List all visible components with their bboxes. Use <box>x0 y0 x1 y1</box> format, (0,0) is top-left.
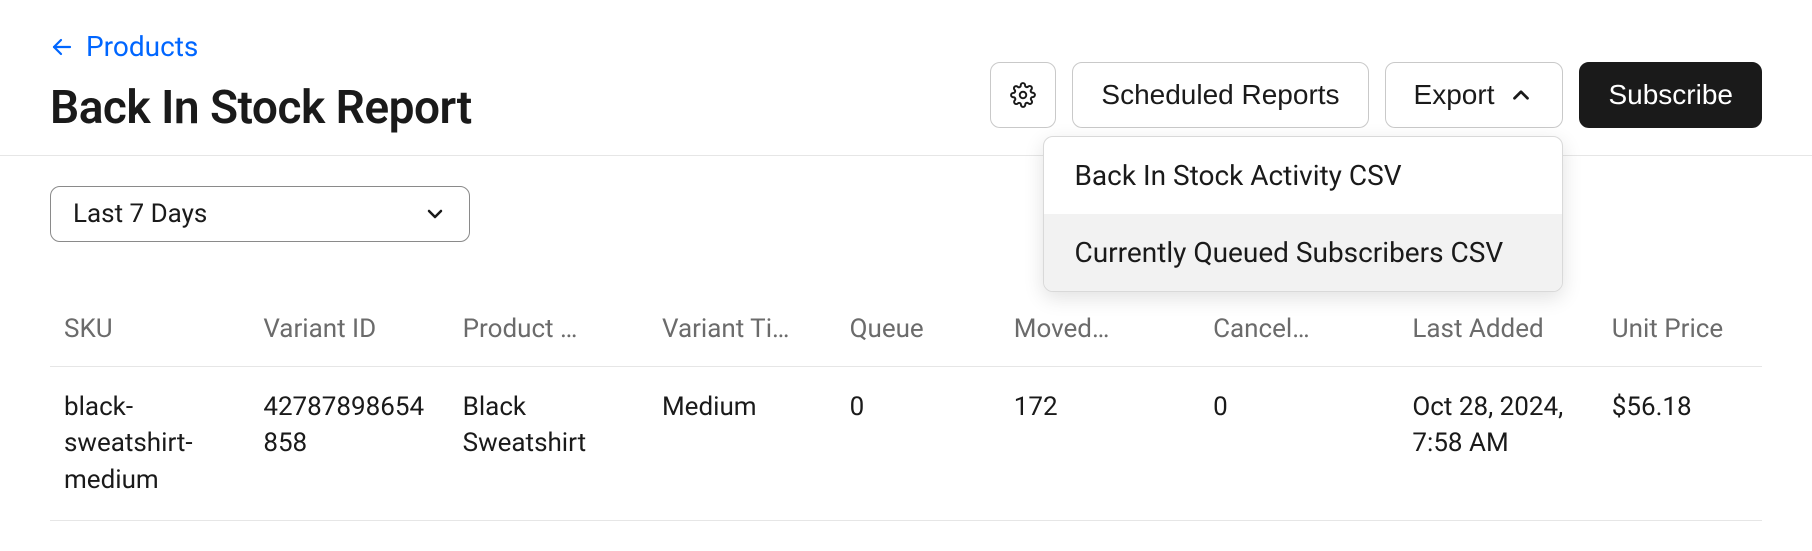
scheduled-reports-button[interactable]: Scheduled Reports <box>1072 62 1368 128</box>
gear-icon <box>1010 82 1036 108</box>
cell-moved: 172 <box>1000 367 1199 521</box>
page-title: Back In Stock Report <box>50 81 472 135</box>
export-menu-item-activity[interactable]: Back In Stock Activity CSV <box>1044 137 1562 214</box>
table-row[interactable]: black-sweatshirt-medium 42787898654858 B… <box>50 367 1762 521</box>
export-menu-item-queued[interactable]: Currently Queued Subscribers CSV <box>1044 214 1562 291</box>
export-menu-item-label: Back In Stock Activity CSV <box>1074 159 1401 192</box>
cell-cancel: 0 <box>1199 367 1398 521</box>
th-cancel[interactable]: Cancel… <box>1199 292 1398 367</box>
arrow-left-icon <box>50 35 74 59</box>
cell-last-added: Oct 28, 2024, 7:58 AM <box>1398 367 1597 521</box>
cell-product: Black Sweatshirt <box>449 367 648 521</box>
chevron-up-icon <box>1508 82 1534 108</box>
th-product[interactable]: Product … <box>449 292 648 367</box>
export-menu: Back In Stock Activity CSV Currently Que… <box>1043 136 1563 292</box>
th-moved[interactable]: Moved… <box>1000 292 1199 367</box>
date-range-value: Last 7 Days <box>73 199 207 229</box>
settings-button[interactable] <box>990 62 1056 128</box>
th-variant-title[interactable]: Variant Ti… <box>648 292 836 367</box>
chevron-down-icon <box>423 202 447 226</box>
th-last-added[interactable]: Last Added <box>1398 292 1597 367</box>
cell-variant-title: Medium <box>648 367 836 521</box>
th-variant-id[interactable]: Variant ID <box>249 292 448 367</box>
export-dropdown: Export Back In Stock Activity CSV Curren… <box>1385 62 1564 128</box>
cell-variant-id: 42787898654858 <box>249 367 448 521</box>
breadcrumb-label: Products <box>86 30 198 63</box>
th-unit-price[interactable]: Unit Price <box>1598 292 1762 367</box>
cell-queue: 0 <box>836 367 1000 521</box>
export-menu-item-label: Currently Queued Subscribers CSV <box>1074 236 1503 269</box>
scheduled-reports-label: Scheduled Reports <box>1101 79 1339 111</box>
cell-unit-price: $56.18 <box>1598 367 1762 521</box>
th-sku[interactable]: SKU <box>50 292 249 367</box>
subscribe-button[interactable]: Subscribe <box>1579 62 1762 128</box>
header-actions: Scheduled Reports Export Back In Stock A… <box>990 62 1762 128</box>
cell-sku: black-sweatshirt-medium <box>50 367 249 521</box>
th-queue[interactable]: Queue <box>836 292 1000 367</box>
date-range-select[interactable]: Last 7 Days <box>50 186 470 242</box>
report-table: SKU Variant ID Product … Variant Ti… Que… <box>50 292 1762 521</box>
header-left: Products Back In Stock Report <box>50 30 472 135</box>
breadcrumb[interactable]: Products <box>50 30 472 63</box>
export-label: Export <box>1414 79 1495 111</box>
subscribe-label: Subscribe <box>1608 79 1733 111</box>
page-header: Products Back In Stock Report Scheduled … <box>0 0 1812 156</box>
export-button[interactable]: Export <box>1385 62 1564 128</box>
table-header-row: SKU Variant ID Product … Variant Ti… Que… <box>50 292 1762 367</box>
